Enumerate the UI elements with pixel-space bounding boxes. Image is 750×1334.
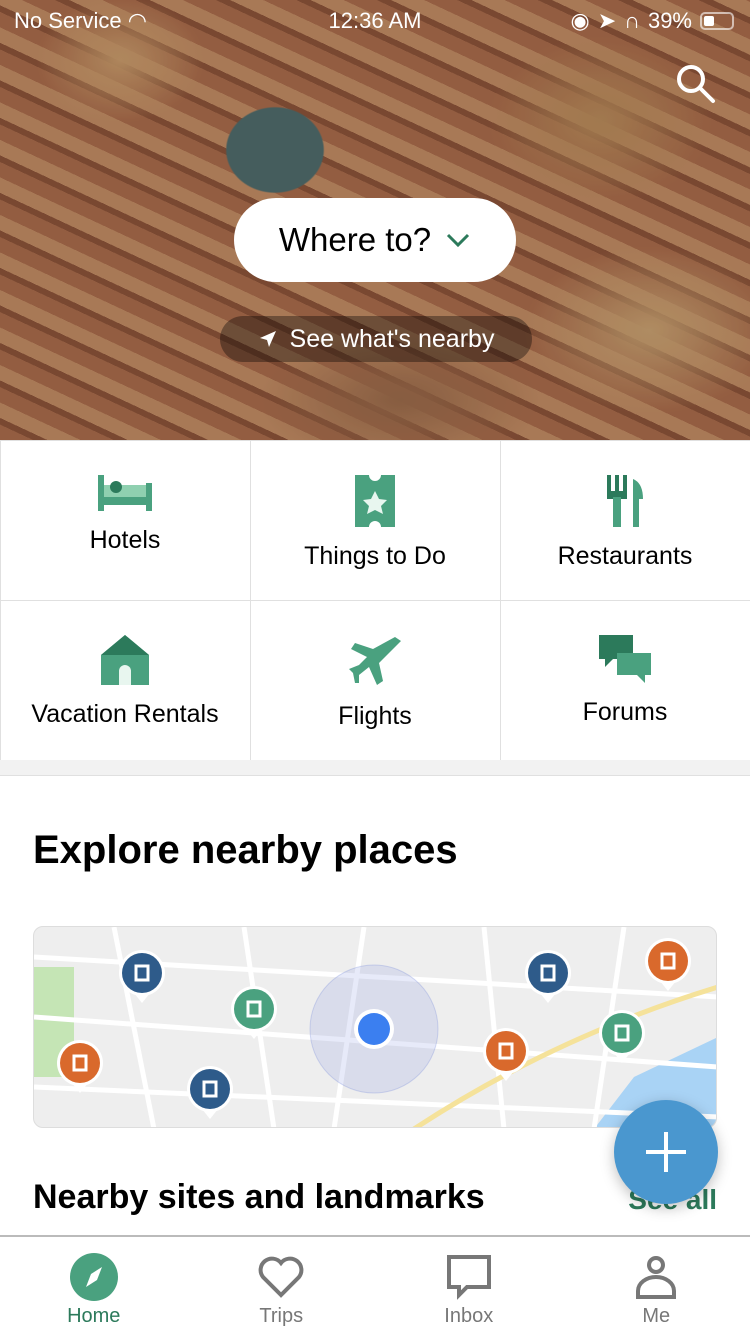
- orientation-lock-icon: ◉: [570, 8, 590, 33]
- location-arrow-icon: [259, 331, 276, 347]
- add-button[interactable]: [614, 1100, 718, 1204]
- map-pin-attraction[interactable]: [525, 950, 571, 1003]
- tab-label: Trips: [259, 1305, 304, 1327]
- category-restaurants[interactable]: Restaurants: [499, 439, 750, 601]
- compass-icon: [69, 1253, 118, 1301]
- plus-icon: [646, 1132, 686, 1172]
- tab-label: Home: [67, 1305, 121, 1327]
- chat-bubbles-icon: [599, 634, 651, 683]
- map-pin-attraction[interactable]: [187, 1066, 233, 1119]
- section-divider: [0, 760, 750, 776]
- search-icon: [677, 65, 715, 103]
- person-icon: [636, 1256, 677, 1299]
- see-nearby-label: See what's nearby: [289, 324, 495, 353]
- map-pin-restaurant[interactable]: [483, 1028, 529, 1081]
- sites-title: Nearby sites and landmarks: [33, 1178, 485, 1216]
- tab-home[interactable]: Home: [0, 1237, 188, 1334]
- map-canvas: [34, 927, 716, 1127]
- tab-label: Inbox: [444, 1305, 494, 1327]
- plane-icon: [349, 636, 401, 685]
- tab-bar: Home Trips Inbox Me: [0, 1235, 750, 1334]
- house-icon: [101, 634, 149, 685]
- where-to-label: Where to?: [278, 221, 432, 258]
- map-pin-restaurant[interactable]: [645, 938, 691, 991]
- bed-icon: [98, 474, 152, 511]
- ticket-icon: [355, 474, 395, 527]
- category-label: Hotels: [89, 525, 161, 554]
- status-bar: No Service ◠ 12:36 AM ◉ ➤ ∩ 39%: [0, 6, 750, 36]
- explore-title: Explore nearby places: [33, 828, 458, 872]
- tab-trips[interactable]: Trips: [188, 1237, 376, 1334]
- category-label: Things to Do: [304, 541, 446, 570]
- nearby-map[interactable]: [33, 926, 717, 1128]
- heart-icon: [258, 1256, 304, 1298]
- category-label: Flights: [338, 701, 412, 730]
- category-hotels[interactable]: Hotels: [0, 439, 251, 601]
- category-label: Vacation Rentals: [31, 699, 219, 728]
- tab-label: Me: [642, 1305, 671, 1327]
- location-icon: ➤: [597, 8, 617, 33]
- current-location-dot: [358, 1013, 390, 1045]
- category-forums[interactable]: Forums: [499, 599, 750, 761]
- see-nearby-button[interactable]: See what's nearby: [220, 316, 532, 362]
- category-grid: Hotels Things to Do Restaurants Vacation…: [0, 439, 750, 761]
- search-button[interactable]: [674, 62, 716, 109]
- chat-icon: [446, 1255, 491, 1300]
- category-flights[interactable]: Flights: [249, 599, 501, 761]
- map-pin-restaurant[interactable]: [57, 1040, 103, 1093]
- battery-percent: 39%: [647, 8, 692, 33]
- chevron-down-icon: [447, 233, 470, 248]
- tab-inbox[interactable]: Inbox: [375, 1237, 563, 1334]
- where-to-button[interactable]: Where to?: [234, 198, 516, 282]
- tab-me[interactable]: Me: [563, 1237, 750, 1334]
- category-vacation-rentals[interactable]: Vacation Rentals: [0, 599, 251, 761]
- headphones-icon: ∩: [624, 8, 640, 33]
- category-things-to-do[interactable]: Things to Do: [249, 439, 501, 601]
- fork-knife-icon: [607, 474, 643, 527]
- battery-icon: [700, 12, 734, 30]
- category-label: Restaurants: [557, 541, 693, 570]
- category-label: Forums: [582, 697, 668, 726]
